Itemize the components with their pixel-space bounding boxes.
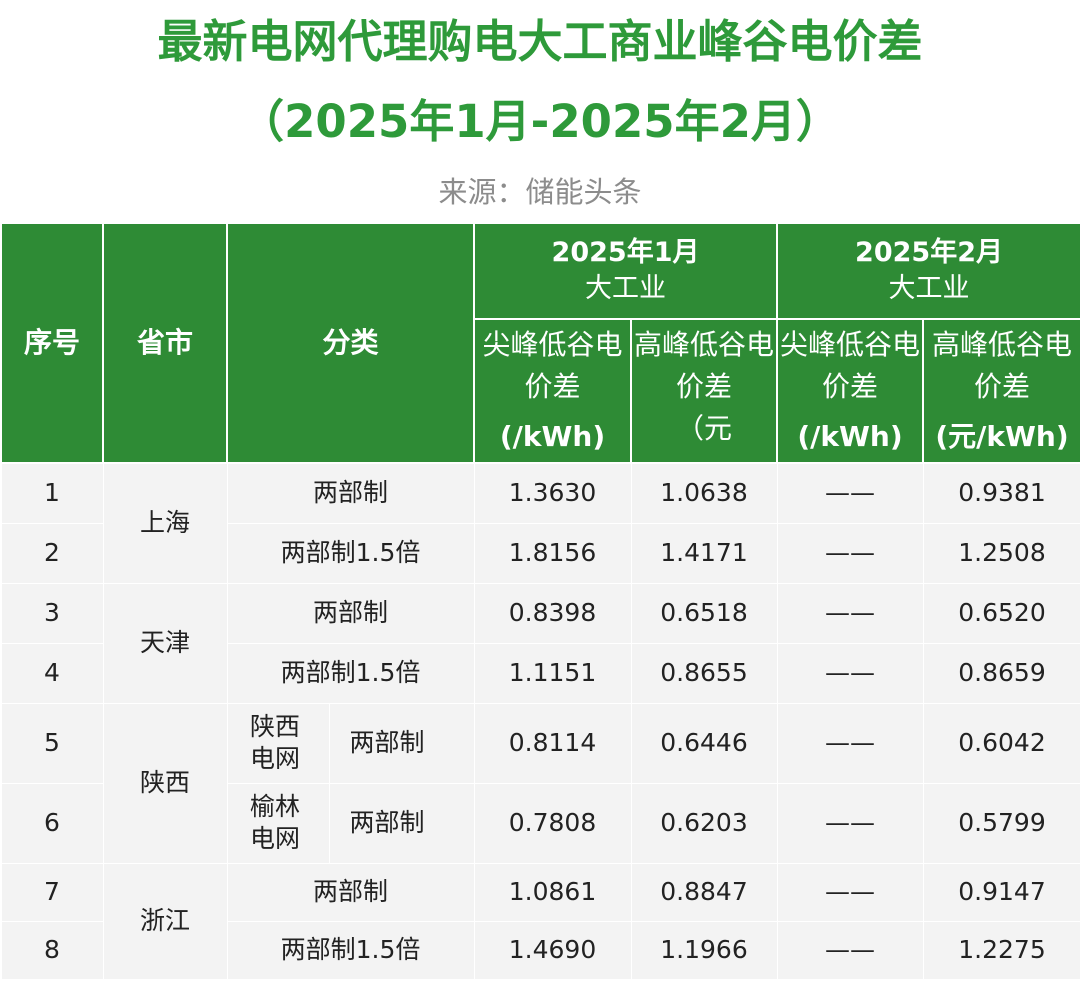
header-jan-peak-valley-unit: (/kWh) [499,420,606,453]
row-feb-peak: —— [776,702,924,784]
row-jan-high: 0.6446 [630,702,778,784]
page-subtitle-date-range: （2025年1月-2025年2月） [239,95,841,148]
row-grid-label: 榆林电网 [250,792,301,853]
row-feb-high: 0.9147 [922,862,1080,922]
row-feb-high: 0.6520 [922,582,1080,644]
row-jan-high: 0.6518 [630,582,778,644]
row-province: 浙江 [102,862,228,980]
row-category: 两部制1.5倍 [226,920,475,980]
row-feb-high: 0.5799 [922,782,1080,864]
row-category: 两部制 [226,582,475,644]
header-province: 省市 [102,222,228,464]
row-province: 天津 [102,582,228,704]
row-feb-peak: —— [776,862,924,922]
row-category: 两部制 [328,702,475,784]
row-index: 5 [0,702,104,784]
row-feb-high: 0.8659 [922,642,1080,704]
row-jan-high: 0.8847 [630,862,778,922]
header-jan-month: 2025年1月 [551,237,700,268]
row-jan-peak: 1.4690 [473,920,632,980]
table-row: 1 上海 两部制 1.3630 1.0638 —— 0.9381 [0,462,1080,584]
row-feb-high: 0.9381 [922,462,1080,524]
row-jan-peak: 1.1151 [473,642,632,704]
row-jan-high: 1.0638 [630,462,778,524]
price-diff-table: 序号 省市 分类 2025年1月 大工业 2025年2月 大工业 尖峰低谷电价差… [0,222,1080,980]
header-jan-peak-valley-label: 尖峰低谷电价差 [482,328,623,403]
header-feb-peak-valley: 尖峰低谷电价差 (/kWh) [776,318,925,464]
row-feb-peak: —— [776,782,924,864]
row-category: 两部制 [226,462,475,524]
row-category: 两部制 [328,782,475,864]
header-feb-type: 大工业 [888,273,970,304]
header-jan-high-valley: 高峰低谷电价差 （元 [630,318,779,464]
row-jan-high: 0.8655 [630,642,778,704]
row-index: 4 [0,642,104,704]
header-feb-high-valley: 高峰低谷电价差 (元/kWh) [922,318,1080,464]
row-feb-peak: —— [776,642,924,704]
row-index: 2 [0,522,104,584]
header-jan-peak-valley: 尖峰低谷电价差 (/kWh) [473,318,633,464]
header-jan-type: 大工业 [585,273,667,304]
row-feb-peak: —— [776,462,924,524]
row-index: 8 [0,920,104,980]
table-row: 5 陕西 陕西电网 两部制 0.8114 0.6446 —— 0.6042 [0,702,1080,864]
page-title: 最新电网代理购电大工商业峰谷电价差 [157,15,923,68]
header-feb: 2025年2月 大工业 [776,222,1080,320]
header-index: 序号 [0,222,104,464]
table-header: 序号 省市 分类 2025年1月 大工业 2025年2月 大工业 尖峰低谷电价差… [0,222,1080,464]
row-feb-high: 1.2275 [922,920,1080,980]
row-grid: 榆林电网 [226,782,330,864]
row-jan-peak: 0.8114 [473,702,632,784]
header-category: 分类 [225,222,476,464]
header-jan-high-valley-label: 高峰低谷电价差 [634,328,775,403]
header-feb-high-valley-unit: (元/kWh) [935,420,1069,453]
header-feb-month: 2025年2月 [855,237,1003,268]
table-row: 3 天津 两部制 0.8398 0.6518 —— 0.6520 [0,582,1080,704]
row-index: 1 [0,462,104,524]
header-feb-peak-valley-unit: (/kWh) [797,420,903,453]
source-label: 来源：储能头条 [438,175,642,209]
header-feb-high-valley-label: 高峰低谷电价差 [932,328,1073,403]
header-feb-peak-valley-label: 尖峰低谷电价差 [780,328,921,403]
row-jan-peak: 0.7808 [473,782,632,864]
row-grid-label: 陕西电网 [250,712,301,773]
row-category: 两部制 [226,862,475,922]
row-feb-high: 0.6042 [922,702,1080,784]
row-jan-peak: 0.8398 [473,582,632,644]
header-jan-high-valley-unit: （元 [676,412,733,445]
row-jan-peak: 1.8156 [473,522,632,584]
row-jan-high: 1.4171 [630,522,778,584]
row-province: 陕西 [102,702,228,864]
row-index: 3 [0,582,104,644]
row-category: 两部制1.5倍 [226,522,475,584]
row-jan-high: 0.6203 [630,782,778,864]
row-jan-high: 1.1966 [630,920,778,980]
row-jan-peak: 1.3630 [473,462,632,524]
table-row: 7 浙江 两部制 1.0861 0.8847 —— 0.9147 [0,862,1080,980]
row-jan-peak: 1.0861 [473,862,632,922]
row-grid: 陕西电网 [226,702,330,784]
header-jan: 2025年1月 大工业 [473,222,779,320]
row-feb-peak: —— [776,920,924,980]
row-feb-peak: —— [776,522,924,584]
row-category: 两部制1.5倍 [226,642,475,704]
row-feb-peak: —— [776,582,924,644]
row-province: 上海 [102,462,228,584]
row-index: 7 [0,862,104,922]
row-index: 6 [0,782,104,864]
row-feb-high: 1.2508 [922,522,1080,584]
